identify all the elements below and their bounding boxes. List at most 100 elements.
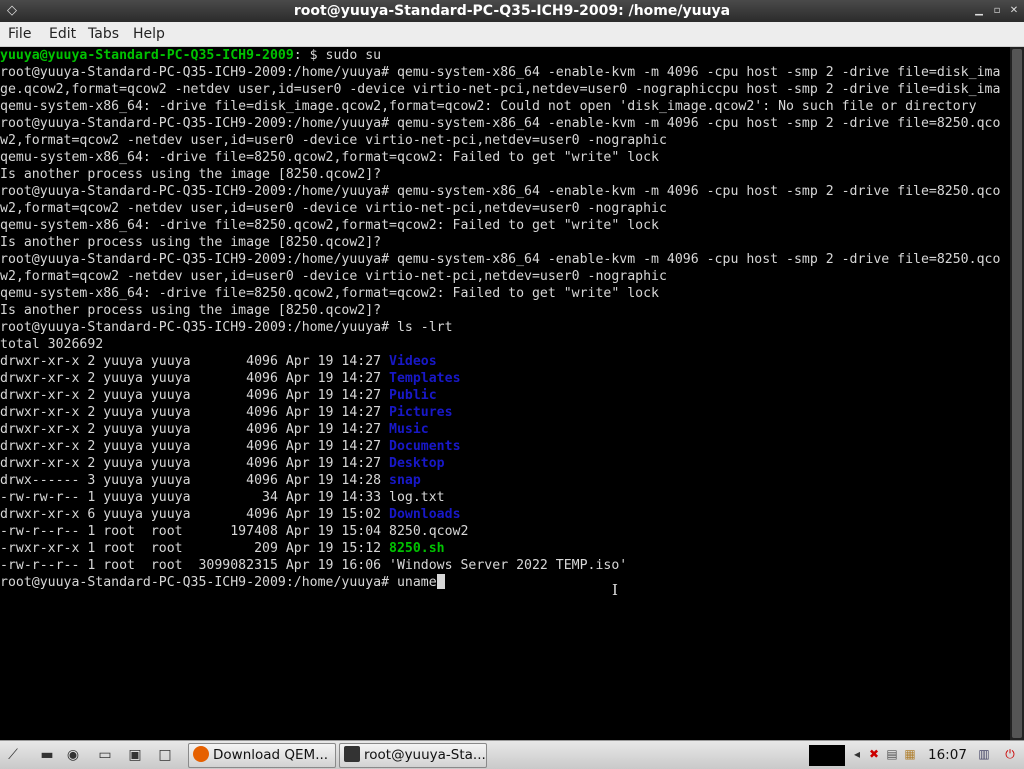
terminal-text: Downloads — [389, 507, 461, 522]
clipboard-icon[interactable]: ▤ — [884, 746, 900, 762]
terminal-text: -rwxr-xr-x 1 root root 209 Apr 19 15:12 — [0, 541, 390, 556]
volume-icon[interactable]: ◂ — [849, 746, 865, 762]
terminal-launcher-icon[interactable]: ▣ — [126, 746, 144, 764]
terminal-text: root@yuuya-Standard-PC-Q35-ICH9-2009:/ho… — [0, 116, 1001, 131]
terminal-line: -rw-r--r-- 1 root root 197408 Apr 19 15:… — [0, 523, 1010, 540]
terminal-text: qemu-system-x86_64: -drive file=8250.qco… — [0, 218, 659, 233]
tray-area — [809, 745, 845, 766]
terminal-output[interactable]: yuuya@yuuya-Standard-PC-Q35-ICH9-2009: $… — [0, 47, 1010, 740]
file-manager-icon[interactable]: ▬ — [38, 746, 56, 764]
terminal-line: w2,format=qcow2 -netdev user,id=user0 -d… — [0, 268, 1010, 285]
terminal-text: -rw-rw-r-- 1 yuuya yuuya 34 Apr 19 14:33… — [0, 490, 445, 505]
clock[interactable]: 16:07 — [928, 741, 967, 769]
menu-edit[interactable]: Edit — [49, 22, 76, 46]
terminal-line: root@yuuya-Standard-PC-Q35-ICH9-2009:/ho… — [0, 64, 1010, 81]
terminal-line: drwxr-xr-x 6 yuuya yuuya 4096 Apr 19 15:… — [0, 506, 1010, 523]
terminal-text: w2,format=qcow2 -netdev user,id=user0 -d… — [0, 269, 667, 284]
terminal-text: 8250.sh — [389, 541, 445, 556]
terminal-text: Is another process using the image [8250… — [0, 167, 382, 182]
terminal-icon — [344, 746, 360, 762]
text-cursor-icon: I — [612, 581, 618, 599]
terminal-text: -rw-r--r-- 1 root root 197408 Apr 19 15:… — [0, 524, 469, 539]
screen-icon[interactable]: ▥ — [976, 746, 992, 762]
menu-file[interactable]: File — [8, 22, 31, 46]
package-icon[interactable]: ▦ — [902, 746, 918, 762]
terminal-text: qemu-system-x86_64: -drive file=8250.qco… — [0, 286, 659, 301]
terminal-line: root@yuuya-Standard-PC-Q35-ICH9-2009:/ho… — [0, 251, 1010, 268]
terminal-line: Is another process using the image [8250… — [0, 234, 1010, 251]
terminal-line: drwxr-xr-x 2 yuuya yuuya 4096 Apr 19 14:… — [0, 438, 1010, 455]
terminal-text: drwxr-xr-x 2 yuuya yuuya 4096 Apr 19 14:… — [0, 371, 390, 386]
terminal-line: -rw-r--r-- 1 root root 3099082315 Apr 19… — [0, 557, 1010, 574]
terminal-text: root@yuuya-Standard-PC-Q35-ICH9-2009:/ho… — [0, 320, 453, 335]
task-terminal-label: root@yuuya-Sta... — [364, 747, 486, 763]
terminal-text: yuuya@yuuya-Standard-PC-Q35-ICH9-2009 — [0, 48, 294, 63]
terminal-text: Is another process using the image [8250… — [0, 303, 382, 318]
terminal-line: root@yuuya-Standard-PC-Q35-ICH9-2009:/ho… — [0, 319, 1010, 336]
start-menu-icon[interactable]: ⟋ — [4, 746, 22, 764]
terminal-line: root@yuuya-Standard-PC-Q35-ICH9-2009:/ho… — [0, 183, 1010, 200]
window-titlebar[interactable]: ◇ root@yuuya-Standard-PC-Q35-ICH9-2009: … — [0, 0, 1024, 22]
terminal-line: drwxr-xr-x 2 yuuya yuuya 4096 Apr 19 14:… — [0, 404, 1010, 421]
show-desktop-icon[interactable]: ▭ — [96, 746, 114, 764]
browser-icon[interactable]: ◉ — [64, 746, 82, 764]
terminal-text: drwxr-xr-x 2 yuuya yuuya 4096 Apr 19 14:… — [0, 439, 390, 454]
menu-help[interactable]: Help — [133, 22, 165, 46]
terminal-line: qemu-system-x86_64: -drive file=8250.qco… — [0, 149, 1010, 166]
terminal-line: qemu-system-x86_64: -drive file=8250.qco… — [0, 217, 1010, 234]
terminal-line: drwx------ 3 yuuya yuuya 4096 Apr 19 14:… — [0, 472, 1010, 489]
terminal-text: qemu-system-x86_64: -drive file=8250.qco… — [0, 150, 659, 165]
minimize-icon[interactable]: ▁ — [972, 4, 986, 18]
terminal-text: Public — [389, 388, 437, 403]
terminal-line: yuuya@yuuya-Standard-PC-Q35-ICH9-2009: $… — [0, 47, 1010, 64]
terminal-line: Is another process using the image [8250… — [0, 302, 1010, 319]
close-icon[interactable]: ✕ — [1007, 4, 1021, 18]
terminal-text: w2,format=qcow2 -netdev user,id=user0 -d… — [0, 133, 667, 148]
firefox-icon — [193, 746, 209, 762]
terminal-text: qemu-system-x86_64: -drive file=disk_ima… — [0, 99, 977, 114]
terminal-text: Templates — [389, 371, 461, 386]
menu-tabs[interactable]: Tabs — [88, 22, 119, 46]
terminal-line: w2,format=qcow2 -netdev user,id=user0 -d… — [0, 132, 1010, 149]
task-firefox[interactable]: Download QEM... — [188, 743, 336, 768]
terminal-text: total 3026692 — [0, 337, 104, 352]
menu-bar: File Edit Tabs Help — [0, 22, 1024, 47]
terminal-text: Videos — [389, 354, 437, 369]
terminal-text: drwxr-xr-x 2 yuuya yuuya 4096 Apr 19 14:… — [0, 456, 390, 471]
terminal-cursor — [436, 574, 445, 589]
terminal-text: root@yuuya-Standard-PC-Q35-ICH9-2009:/ho… — [0, 184, 1001, 199]
maximize-icon[interactable]: ▫ — [990, 4, 1004, 18]
terminal-line: root@yuuya-Standard-PC-Q35-ICH9-2009:/ho… — [0, 115, 1010, 132]
terminal-text: drwxr-xr-x 2 yuuya yuuya 4096 Apr 19 14:… — [0, 405, 390, 420]
power-icon[interactable]: ⏻ — [1002, 746, 1018, 762]
terminal-text: -rw-r--r-- 1 root root 3099082315 Apr 19… — [0, 558, 628, 573]
terminal-text: root@yuuya-Standard-PC-Q35-ICH9-2009:/ho… — [0, 252, 1001, 267]
terminal-text: ge.qcow2,format=qcow2 -netdev user,id=us… — [0, 82, 1001, 97]
terminal-text: snap — [389, 473, 421, 488]
blank-launcher-icon[interactable]: □ — [156, 746, 174, 764]
terminal-line: drwxr-xr-x 2 yuuya yuuya 4096 Apr 19 14:… — [0, 455, 1010, 472]
terminal-scrollbar[interactable] — [1010, 47, 1024, 740]
terminal-text: drwxr-xr-x 2 yuuya yuuya 4096 Apr 19 14:… — [0, 354, 390, 369]
terminal-line: root@yuuya-Standard-PC-Q35-ICH9-2009:/ho… — [0, 574, 1010, 591]
terminal-line: qemu-system-x86_64: -drive file=8250.qco… — [0, 285, 1010, 302]
scrollbar-thumb[interactable] — [1012, 49, 1022, 738]
terminal-text: w2,format=qcow2 -netdev user,id=user0 -d… — [0, 201, 667, 216]
terminal-line: drwxr-xr-x 2 yuuya yuuya 4096 Apr 19 14:… — [0, 387, 1010, 404]
terminal-line: drwxr-xr-x 2 yuuya yuuya 4096 Apr 19 14:… — [0, 421, 1010, 438]
terminal-text: Desktop — [389, 456, 445, 471]
terminal-line: drwxr-xr-x 2 yuuya yuuya 4096 Apr 19 14:… — [0, 370, 1010, 387]
terminal-text: drwxr-xr-x 2 yuuya yuuya 4096 Apr 19 14:… — [0, 388, 390, 403]
window-title: root@yuuya-Standard-PC-Q35-ICH9-2009: /h… — [293, 3, 731, 19]
terminal-text: : $ sudo su — [293, 48, 382, 63]
terminal-line: -rwxr-xr-x 1 root root 209 Apr 19 15:12 … — [0, 540, 1010, 557]
task-terminal[interactable]: root@yuuya-Sta... — [339, 743, 487, 768]
taskbar: ⟋ ▬ ◉ ▭ ▣ □ Download QEM... root@yuuya-S… — [0, 740, 1024, 769]
terminal-text: drwxr-xr-x 2 yuuya yuuya 4096 Apr 19 14:… — [0, 422, 390, 437]
terminal-text: drwx------ 3 yuuya yuuya 4096 Apr 19 14:… — [0, 473, 390, 488]
network-error-icon[interactable]: ✖ — [866, 746, 882, 762]
terminal-line: drwxr-xr-x 2 yuuya yuuya 4096 Apr 19 14:… — [0, 353, 1010, 370]
terminal-text: root@yuuya-Standard-PC-Q35-ICH9-2009:/ho… — [0, 575, 437, 590]
terminal-line: qemu-system-x86_64: -drive file=disk_ima… — [0, 98, 1010, 115]
terminal-text: Pictures — [389, 405, 453, 420]
